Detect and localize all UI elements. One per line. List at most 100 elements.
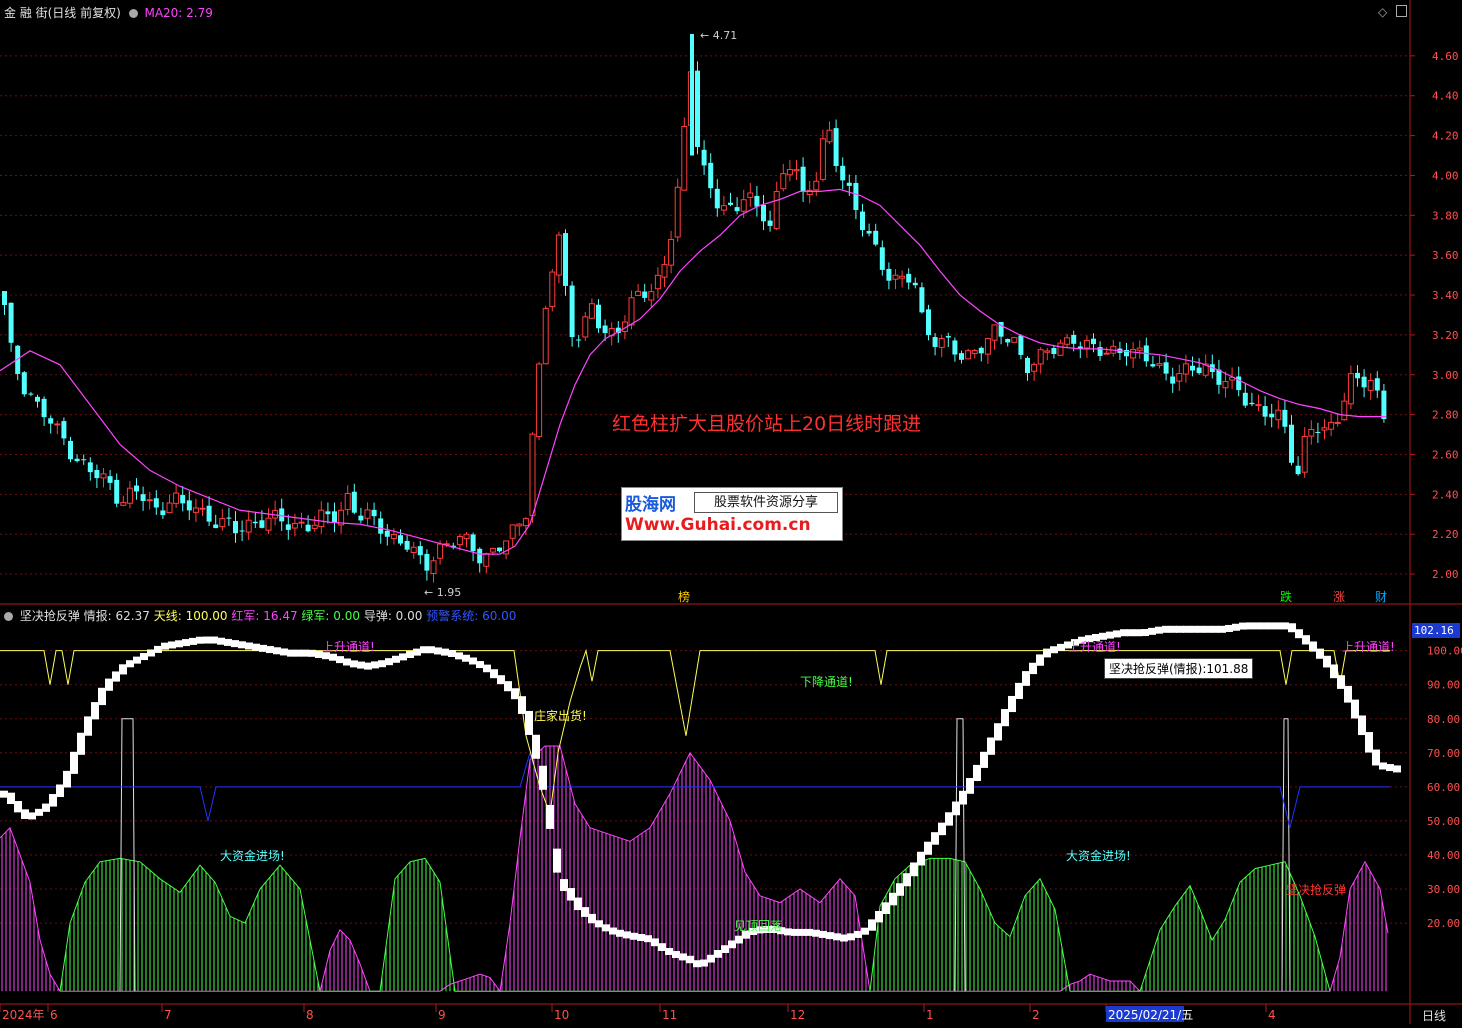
intel-step — [1169, 625, 1177, 633]
intel-step — [469, 657, 477, 665]
intel-step — [553, 848, 561, 873]
candle-body-down — [1355, 372, 1360, 379]
intel-step — [532, 734, 540, 759]
intel-step — [224, 638, 232, 646]
intel-step — [546, 804, 554, 829]
candle-body-up — [1083, 339, 1090, 349]
intel-step — [0, 790, 8, 798]
intel-step — [336, 656, 344, 664]
indicator-label: 大资金进场! — [1066, 848, 1131, 863]
intel-step — [875, 911, 883, 923]
intel-step — [266, 646, 274, 654]
time-tick-label: 2024年 — [2, 1008, 45, 1022]
intel-step — [364, 662, 372, 670]
low-marker: ← 1.95 — [424, 586, 461, 599]
candle-body-down — [800, 166, 806, 193]
ma-label: MA20: 2.79 — [144, 6, 213, 20]
diamond-icon[interactable]: ◇ — [1378, 5, 1387, 19]
candle-body-down — [1361, 376, 1367, 388]
candle-body-down — [708, 162, 714, 189]
candle-body-up — [813, 180, 820, 191]
intel-step — [1106, 631, 1114, 639]
candle-body-up — [298, 521, 305, 524]
candle-body-up — [529, 433, 536, 517]
candle-body-up — [120, 501, 127, 506]
candle-body-down — [1005, 338, 1011, 343]
main-header: 金 融 街(日线 前复权) MA20: 2.79 — [4, 4, 213, 21]
time-tick-label: 4 — [1268, 1008, 1276, 1022]
price-tick-label: 2.80 — [1432, 409, 1459, 422]
candle-body-down — [384, 530, 390, 537]
candle-body-up — [899, 275, 906, 279]
intel-step — [1260, 622, 1268, 630]
indicator-readout: 情报: 62.37 — [83, 609, 150, 623]
candle-body-up — [773, 191, 780, 230]
candle-body-down — [952, 340, 958, 355]
intel-step — [168, 641, 176, 649]
intel-step — [343, 658, 351, 666]
candle-body-down — [252, 521, 258, 524]
price-tick-label: 3.80 — [1432, 209, 1459, 222]
candle-body-down — [978, 347, 984, 354]
intel-step — [1008, 695, 1016, 713]
indicator-name[interactable]: 坚决抢反弹 — [20, 609, 80, 623]
stock-name[interactable]: 金 融 街(日线 前复权) — [4, 6, 121, 20]
candle-body-down — [761, 204, 766, 222]
indicator-label: 上升通道! — [1068, 640, 1121, 654]
warning-line — [0, 751, 1390, 828]
candle-body-down — [332, 511, 337, 523]
panel-toggle-icon[interactable] — [1396, 5, 1408, 17]
candle-body-up — [1222, 381, 1229, 389]
candle-body-up — [1176, 373, 1183, 382]
candle-body-up — [291, 522, 298, 529]
candle-body-down — [860, 211, 865, 231]
intel-step — [1267, 622, 1275, 630]
intel-step — [714, 950, 722, 958]
strategy-annotation: 红色柱扩大且股价站上20日线时跟进 — [612, 413, 922, 435]
intel-step — [154, 645, 162, 653]
candle-body-up — [668, 238, 675, 266]
candle-body-up — [126, 487, 133, 504]
intel-step — [861, 927, 869, 935]
intel-step — [686, 955, 694, 964]
intel-step — [98, 687, 106, 706]
intel-step — [1204, 625, 1212, 633]
indicator-tick-label: 60.00 — [1427, 781, 1460, 794]
intel-step — [21, 809, 29, 820]
intel-step — [252, 643, 260, 651]
candle-body-up — [1308, 428, 1315, 437]
candle-body-down — [1295, 465, 1301, 475]
candle-body-up — [1182, 363, 1189, 375]
period-label[interactable]: 日线 — [1422, 1007, 1446, 1024]
candle-body-up — [54, 423, 61, 426]
candle-body-up — [674, 186, 681, 238]
candle-body-down — [596, 304, 601, 329]
intel-step — [119, 664, 127, 675]
intel-step — [798, 928, 806, 936]
candle-body-up — [648, 291, 655, 301]
intel-step — [847, 933, 855, 941]
indicator-readout: 天线: 100.00 — [149, 609, 228, 623]
intel-step — [140, 653, 148, 661]
intel-step — [1022, 671, 1030, 686]
intel-step — [707, 954, 715, 963]
intel-step — [721, 945, 729, 954]
indicator-tick-label: 30.00 — [1427, 883, 1460, 896]
candle-body-up — [1156, 363, 1163, 366]
intel-step — [679, 953, 687, 961]
intel-step — [7, 792, 15, 805]
intel-step — [1183, 625, 1191, 633]
intel-step — [189, 637, 197, 645]
candle-body-up — [536, 363, 543, 438]
candle-body-up — [1130, 349, 1137, 359]
candle-body-up — [463, 533, 470, 540]
intel-step — [161, 642, 169, 650]
candle-body-down — [728, 202, 733, 205]
time-tick-label: 7 — [164, 1008, 172, 1022]
intel-step — [819, 930, 827, 938]
candle-body-up — [1031, 363, 1038, 372]
candle-body-up — [516, 523, 523, 527]
intel-step — [616, 929, 624, 937]
candle-body-down — [417, 546, 423, 556]
intel-step — [854, 930, 862, 938]
